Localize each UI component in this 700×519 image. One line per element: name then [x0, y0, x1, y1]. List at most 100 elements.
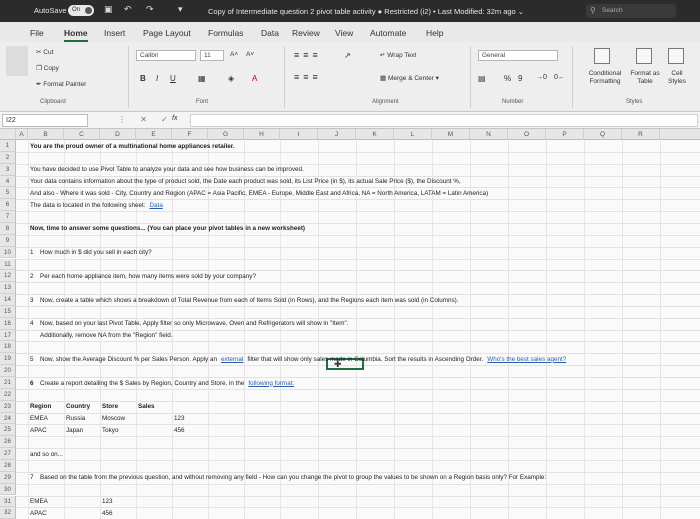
row-header[interactable]: 10: [0, 246, 16, 259]
decrease-decimal-icon[interactable]: 0←: [554, 74, 565, 81]
tab-data[interactable]: Data: [261, 28, 279, 38]
row-header[interactable]: 30: [0, 483, 16, 496]
column-header[interactable]: I: [280, 129, 318, 140]
row-header[interactable]: 15: [0, 305, 16, 318]
row-header[interactable]: 8: [0, 222, 16, 235]
bold-button[interactable]: B: [140, 74, 146, 83]
font-color-icon[interactable]: A: [252, 74, 257, 83]
row-header[interactable]: 11: [0, 258, 16, 271]
underline-button[interactable]: U: [170, 74, 176, 83]
row-header[interactable]: 24: [0, 412, 16, 425]
row-header[interactable]: 4: [0, 175, 16, 188]
external-link[interactable]: external: [221, 355, 243, 364]
row-header[interactable]: 2: [0, 151, 16, 164]
accounting-format-icon[interactable]: ▤: [478, 74, 486, 83]
save-icon[interactable]: ▣: [104, 4, 113, 15]
cut-button[interactable]: ✂ Cut: [36, 48, 53, 56]
horizontal-align-icons[interactable]: ≡≡≡: [294, 72, 322, 82]
column-header[interactable]: K: [356, 129, 394, 140]
format-as-table-button[interactable]: Format as Table: [628, 70, 662, 86]
document-title[interactable]: Copy of Intermediate question 2 pivot ta…: [208, 7, 524, 16]
tab-help[interactable]: Help: [426, 28, 443, 38]
question-text[interactable]: Who's the best sales agent?: [487, 355, 566, 364]
column-header[interactable]: D: [100, 129, 136, 140]
redo-icon[interactable]: ↷: [146, 4, 154, 15]
row-header[interactable]: 21: [0, 377, 16, 389]
row-header[interactable]: 26: [0, 436, 16, 449]
column-header[interactable]: R: [622, 129, 660, 140]
row-header[interactable]: 7: [0, 211, 16, 223]
column-header[interactable]: O: [508, 129, 546, 140]
tab-insert[interactable]: Insert: [104, 28, 125, 38]
search-box[interactable]: ⚲ Search: [586, 4, 676, 18]
grow-font-button[interactable]: A˄: [230, 51, 238, 58]
comma-style-button[interactable]: 9: [518, 74, 522, 83]
tab-file[interactable]: File: [30, 28, 44, 38]
row-header[interactable]: 23: [0, 400, 16, 413]
row-header[interactable]: 28: [0, 459, 16, 472]
column-header[interactable]: G: [208, 129, 244, 140]
name-box[interactable]: I22: [2, 114, 88, 127]
vertical-align-icons[interactable]: ≡≡≡: [294, 50, 322, 60]
column-header[interactable]: E: [136, 129, 172, 140]
shrink-font-button[interactable]: A˅: [246, 51, 254, 58]
select-all-corner[interactable]: [0, 129, 16, 140]
undo-icon[interactable]: ↶: [124, 4, 132, 15]
column-header[interactable]: Q: [584, 129, 622, 140]
fill-color-icon[interactable]: ◈: [228, 74, 234, 83]
row-header[interactable]: 19: [0, 353, 16, 366]
cell-styles-button[interactable]: Cell Styles: [662, 70, 692, 86]
tab-formulas[interactable]: Formulas: [208, 28, 243, 38]
row-header[interactable]: 5: [0, 187, 16, 200]
number-format-select[interactable]: General: [478, 50, 558, 61]
row-header[interactable]: 16: [0, 317, 16, 330]
row-header[interactable]: 12: [0, 270, 16, 283]
column-header[interactable]: N: [470, 129, 508, 140]
row-header[interactable]: 27: [0, 448, 16, 460]
copy-button[interactable]: ❐ Copy: [36, 64, 59, 72]
tab-automate[interactable]: Automate: [370, 28, 406, 38]
row-header[interactable]: 20: [0, 365, 16, 377]
tab-review[interactable]: Review: [292, 28, 320, 38]
column-header[interactable]: F: [172, 129, 208, 140]
row-header[interactable]: 22: [0, 388, 16, 401]
row-header[interactable]: 31: [0, 495, 16, 508]
italic-button[interactable]: I: [156, 74, 158, 83]
conditional-formatting-button[interactable]: Conditional Formatting: [580, 70, 630, 86]
row-header[interactable]: 6: [0, 199, 16, 212]
format-painter-button[interactable]: ✒ Format Painter: [36, 80, 86, 88]
insert-function-button[interactable]: fx: [172, 115, 177, 122]
row-header[interactable]: 25: [0, 424, 16, 437]
column-header[interactable]: J: [318, 129, 356, 140]
paste-button[interactable]: [6, 46, 28, 76]
column-header[interactable]: P: [546, 129, 584, 140]
row-header[interactable]: 32: [0, 507, 16, 519]
spreadsheet-grid[interactable]: ABCDEFGHIJKLMNOPQR 1 2 3 4 5 6 7 8 9 10 11 12 13 14 15…: [0, 129, 700, 519]
percent-button[interactable]: %: [504, 74, 511, 83]
row-header[interactable]: 3: [0, 163, 16, 176]
tab-home[interactable]: Home: [64, 28, 88, 42]
merge-center-button[interactable]: ▦ Merge & Center ▾: [380, 74, 439, 82]
row-header[interactable]: 13: [0, 282, 16, 295]
column-header[interactable]: C: [64, 129, 100, 140]
format-link[interactable]: following format:: [248, 379, 294, 388]
row-header[interactable]: 9: [0, 234, 16, 247]
orientation-icon[interactable]: ↗: [344, 51, 351, 60]
data-sheet-link[interactable]: Data: [150, 201, 163, 210]
formula-input[interactable]: [190, 114, 698, 127]
column-header[interactable]: A: [16, 129, 28, 140]
increase-decimal-icon[interactable]: →0: [536, 74, 547, 81]
row-header[interactable]: 17: [0, 329, 16, 342]
tab-view[interactable]: View: [335, 28, 353, 38]
font-name-select[interactable]: Calibri: [136, 50, 196, 61]
column-header[interactable]: H: [244, 129, 280, 140]
row-header[interactable]: 14: [0, 294, 16, 306]
row-header[interactable]: 18: [0, 341, 16, 354]
formula-buttons[interactable]: ⋮ ✕ ✓: [118, 115, 174, 124]
font-size-select[interactable]: 11: [200, 50, 224, 61]
column-header[interactable]: M: [432, 129, 470, 140]
borders-icon[interactable]: ▦: [198, 74, 206, 83]
row-header[interactable]: 29: [0, 471, 16, 484]
tab-page-layout[interactable]: Page Layout: [143, 28, 191, 38]
wrap-text-button[interactable]: ↵ Wrap Text: [380, 51, 416, 59]
